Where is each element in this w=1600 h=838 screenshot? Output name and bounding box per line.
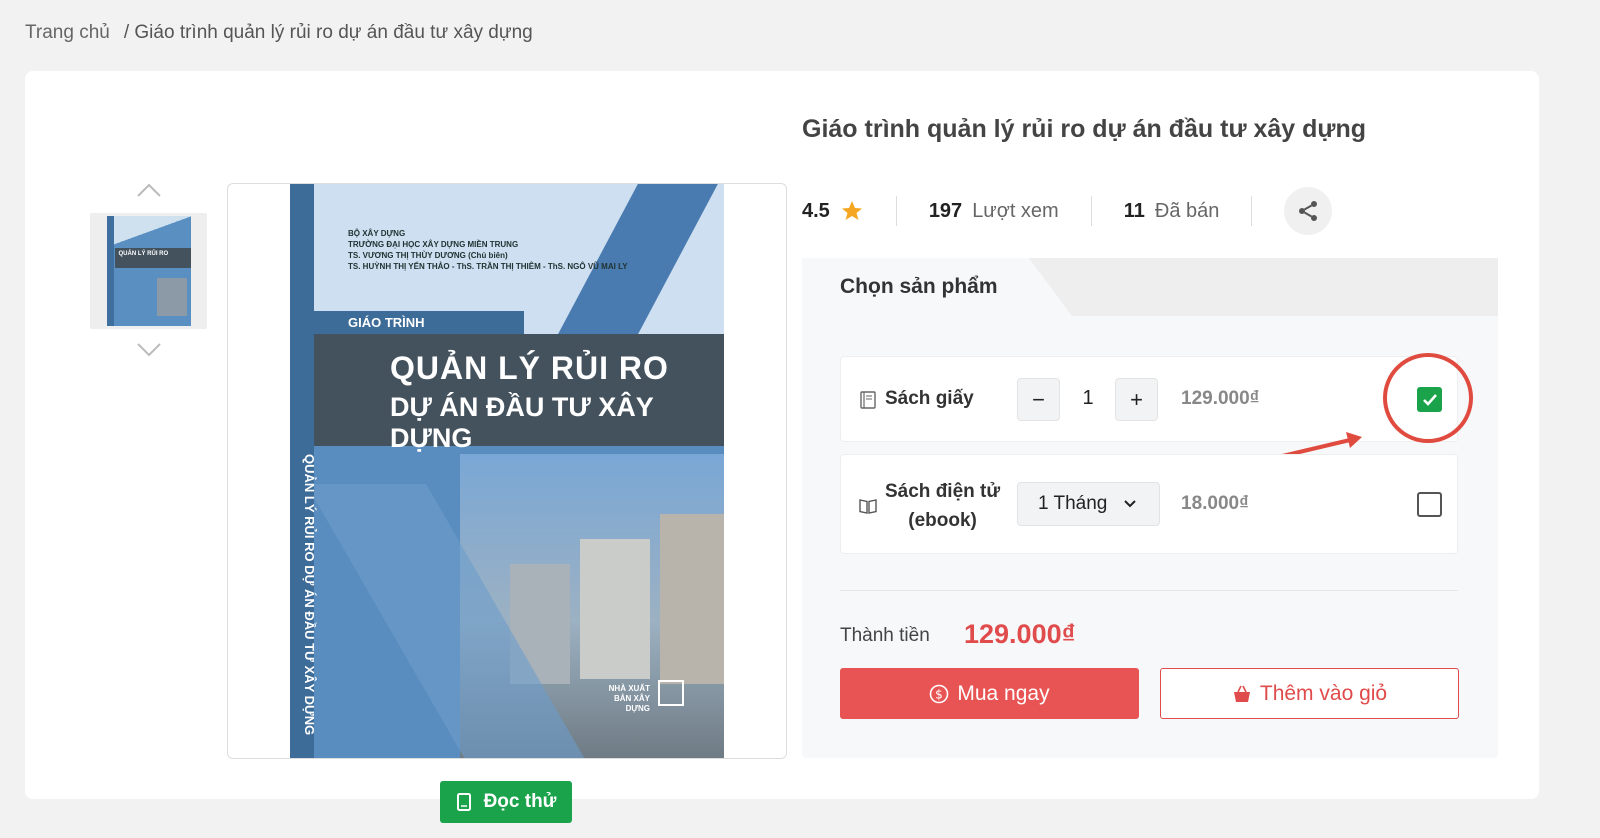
thumbnail-title: QUẢN LÝ RỦI RO: [114, 248, 191, 268]
option-ebook-checkbox[interactable]: [1417, 492, 1442, 517]
product-title: Giáo trình quản lý rủi ro dự án đầu tư x…: [802, 115, 1367, 143]
dollar-circle-icon: $: [930, 684, 949, 703]
total-label: Thành tiền: [840, 625, 930, 646]
main-product-image[interactable]: BỘ XÂY DỰNG TRƯỜNG ĐẠI HỌC XÂY DỰNG MIỀN…: [227, 183, 787, 759]
publisher-logo-icon: [658, 680, 684, 706]
open-book-icon: [859, 499, 877, 514]
sold-count: 11: [1123, 199, 1145, 222]
option-paper-label: Sách giấy: [885, 388, 974, 409]
cover-spine-text: QUẢN LÝ RỦI RO DỰ ÁN ĐẦU TƯ XÂY DỰNG: [302, 454, 317, 736]
star-icon: [841, 201, 862, 220]
option-ebook-price: 18.000₫: [1181, 493, 1249, 514]
total-value: 129.000₫: [964, 619, 1076, 649]
chevron-up-icon[interactable]: [135, 181, 163, 199]
option-paper-price: 129.000₫: [1181, 388, 1260, 409]
highlight-circle: [1383, 353, 1473, 443]
option-ebook: Sách điện tử (ebook) 1 Tháng 18.000₫: [840, 454, 1458, 554]
sold: 11 Đã bán: [1124, 200, 1220, 223]
breadcrumb: Trang chủ / Giáo trình quản lý rủi ro dự…: [25, 22, 533, 44]
views-label: Lượt xem: [972, 199, 1059, 222]
quantity-decrease-button[interactable]: −: [1017, 378, 1060, 421]
quantity-increase-button[interactable]: +: [1115, 378, 1158, 421]
cover-series: GIÁO TRÌNH: [348, 315, 425, 330]
share-button[interactable]: [1284, 187, 1333, 235]
views: 197 Lượt xem: [929, 200, 1059, 223]
chevron-down-icon: [1124, 500, 1137, 508]
breadcrumb-current: / Giáo trình quản lý rủi ro dự án đầu tư…: [123, 22, 533, 43]
thumbnail-cover: QUẢN LÝ RỦI RO: [106, 216, 191, 326]
basket-icon: [1233, 685, 1250, 702]
book-cover: BỘ XÂY DỰNG TRƯỜNG ĐẠI HỌC XÂY DỰNG MIỀN…: [290, 184, 724, 758]
views-count: 197: [928, 199, 963, 222]
rating: 4.5: [802, 199, 864, 223]
cover-publisher: NHÀ XUẤT BẢN XÂY DỰNG: [608, 684, 650, 713]
product-stats: 4.5 197 Lượt xem 11 Đã bán: [802, 187, 1333, 235]
tab-choose-product-label: Chọn sản phẩm: [840, 275, 998, 298]
thumbnail-image[interactable]: QUẢN LÝ RỦI RO: [90, 213, 207, 329]
cover-credits: BỘ XÂY DỰNG TRƯỜNG ĐẠI HỌC XÂY DỰNG MIỀN…: [348, 229, 628, 271]
read-sample-label: Đọc thử: [483, 791, 557, 812]
ebook-duration-select[interactable]: 1 Tháng: [1017, 482, 1160, 526]
add-to-cart-button[interactable]: Thêm vào giỏ: [1160, 668, 1459, 719]
rating-value: 4.5: [802, 199, 830, 222]
add-to-cart-label: Thêm vào giỏ: [1259, 681, 1388, 705]
divider: [840, 590, 1458, 591]
product-options-panel: Chọn sản phẩm Sách giấy − 1 + 129.000₫ S…: [802, 258, 1498, 758]
cover-title-line1: QUẢN LÝ RỦI RO: [390, 350, 669, 386]
book-icon: [456, 793, 471, 811]
share-icon: [1299, 201, 1318, 221]
read-sample-button[interactable]: Đọc thử: [440, 781, 572, 823]
svg-text:$: $: [936, 687, 944, 701]
breadcrumb-home-link[interactable]: Trang chủ: [25, 22, 110, 44]
cover-title-line2: DỰ ÁN ĐẦU TƯ XÂY DỰNG: [390, 392, 654, 453]
quantity-value[interactable]: 1: [1063, 387, 1113, 410]
option-ebook-label: Sách điện tử (ebook): [885, 481, 1001, 531]
buy-now-label: Mua ngay: [957, 681, 1050, 705]
buy-now-button[interactable]: $ Mua ngay: [840, 668, 1139, 719]
ebook-duration-value: 1 Tháng: [1038, 493, 1108, 514]
sold-label: Đã bán: [1154, 199, 1220, 222]
chevron-down-icon[interactable]: [135, 341, 163, 359]
book-icon: [860, 391, 876, 409]
